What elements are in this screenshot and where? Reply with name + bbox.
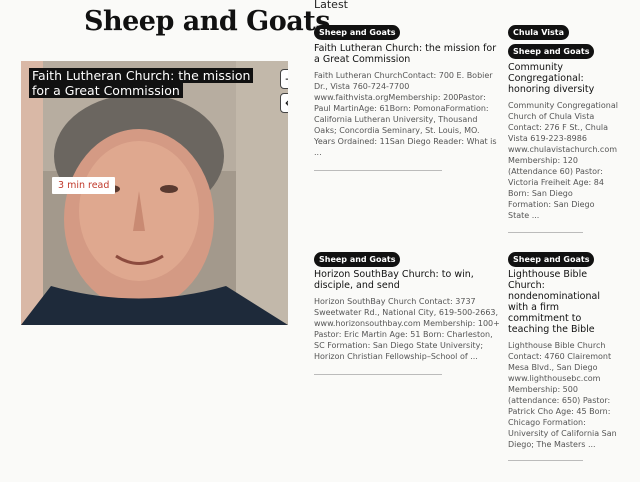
- category-tag[interactable]: Sheep and Goats: [508, 252, 595, 267]
- article-divider: [314, 170, 442, 171]
- article-title[interactable]: Faith Lutheran Church: the mission for a…: [314, 43, 500, 65]
- article-excerpt: Community Congregational Church of Chula…: [508, 101, 618, 220]
- category-tag[interactable]: Chula Vista: [508, 25, 569, 40]
- article-title[interactable]: Horizon SouthBay Church: to win, discipl…: [314, 269, 500, 291]
- next-arrow-icon[interactable]: →: [280, 69, 288, 89]
- article-excerpt: Faith Lutheran ChurchContact: 700 E. Bob…: [314, 71, 497, 157]
- article-divider: [314, 374, 442, 375]
- category-tag[interactable]: Sheep and Goats: [508, 44, 595, 59]
- section-title[interactable]: Sheep and Goats: [84, 6, 330, 37]
- article-title[interactable]: Lighthouse Bible Church: nondenomination…: [508, 269, 618, 335]
- featured-story-title[interactable]: Faith Lutheran Church: the mission for a…: [29, 68, 255, 98]
- category-tag[interactable]: Sheep and Goats: [314, 25, 401, 40]
- featured-story-card[interactable]: Faith Lutheran Church: the mission for a…: [21, 61, 288, 325]
- read-time-badge: 3 min read: [52, 177, 116, 194]
- article-divider: [508, 232, 583, 233]
- article-excerpt: Horizon SouthBay Church Contact: 3737 Sw…: [314, 297, 500, 361]
- category-tag[interactable]: Sheep and Goats: [314, 252, 401, 267]
- article-excerpt: Lighthouse Bible Church Contact: 4760 Cl…: [508, 341, 617, 449]
- previous-arrow-icon[interactable]: ←: [280, 93, 288, 113]
- article-title[interactable]: Community Congregational: honoring diver…: [508, 62, 618, 95]
- latest-heading: Latest: [314, 0, 348, 11]
- article-divider: [508, 460, 583, 461]
